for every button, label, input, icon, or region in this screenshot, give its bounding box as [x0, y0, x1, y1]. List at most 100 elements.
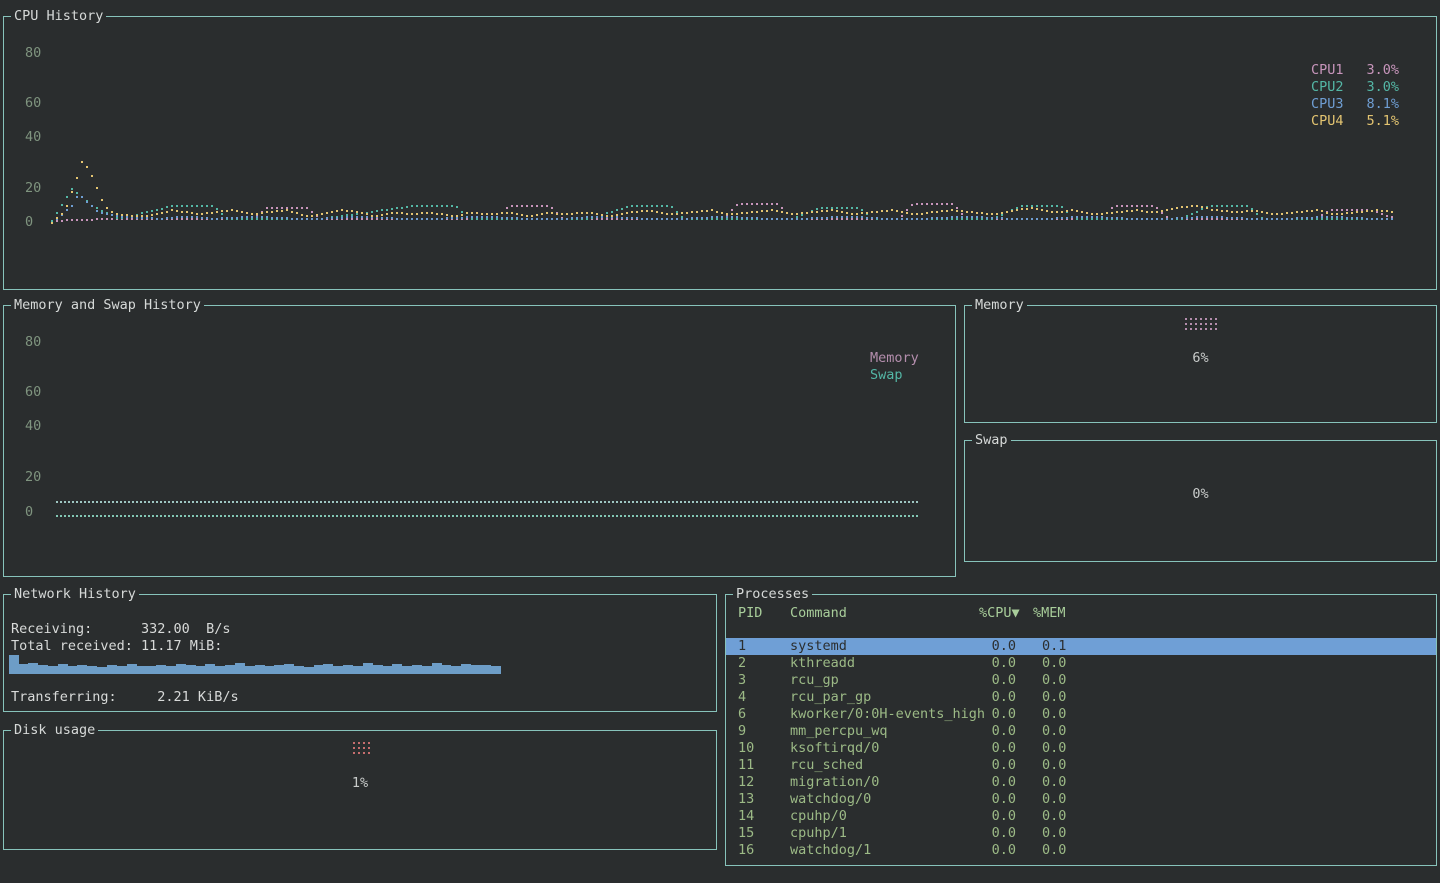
process-command: cpuhp/0: [790, 808, 979, 825]
network-history-panel-title: Network History: [11, 586, 139, 603]
process-row[interactable]: 14cpuhp/00.00.0: [726, 808, 1436, 825]
process-cpu: 0.0: [979, 774, 1024, 791]
process-mem: 0.0: [1024, 723, 1084, 740]
process-command: systemd: [790, 638, 979, 655]
cpu-legend-item: CPU2 3.0%: [1311, 79, 1399, 96]
process-cpu: 0.0: [979, 842, 1024, 859]
process-pid: 4: [738, 689, 790, 706]
process-mem: 0.0: [1024, 740, 1084, 757]
process-cpu: 0.0: [979, 672, 1024, 689]
memory-swap-history-panel-title: Memory and Swap History: [11, 297, 204, 314]
disk-percent-value: 1%: [4, 775, 716, 792]
memory-legend-item: Memory: [870, 350, 919, 367]
cpu-legend-value: 3.0%: [1366, 79, 1399, 96]
process-cpu: 0.0: [979, 638, 1024, 655]
y-axis-tick: 20: [25, 180, 41, 197]
memory-gauge-panel: Memory 6%: [964, 305, 1437, 423]
y-axis-tick: 80: [25, 334, 41, 351]
process-mem: 0.0: [1024, 825, 1084, 842]
network-receive-graph: [9, 652, 501, 674]
process-command: kthreadd: [790, 655, 979, 672]
process-pid: 3: [738, 672, 790, 689]
process-row[interactable]: 2kthreadd0.00.0: [726, 655, 1436, 672]
process-mem: 0.0: [1024, 791, 1084, 808]
swap-legend-item: Swap: [870, 367, 919, 384]
process-pid: 13: [738, 791, 790, 808]
y-axis-tick: 60: [25, 95, 41, 112]
cpu-legend-item: CPU4 5.1%: [1311, 113, 1399, 130]
system-monitor-screen: CPU History 80 60 40 20 0 CPU1 3.0% CPU2…: [0, 0, 1440, 883]
process-mem: 0.0: [1024, 842, 1084, 859]
swap-gauge-panel-title: Swap: [972, 432, 1011, 449]
process-row[interactable]: 3rcu_gp0.00.0: [726, 672, 1436, 689]
process-command: watchdog/0: [790, 791, 979, 808]
swap-percent-value: 0%: [965, 486, 1436, 503]
cpu-legend-label: CPU4: [1311, 113, 1344, 130]
process-row[interactable]: 10ksoftirqd/00.00.0: [726, 740, 1436, 757]
process-mem: 0.0: [1024, 689, 1084, 706]
process-cpu: 0.0: [979, 825, 1024, 842]
disk-usage-panel-title: Disk usage: [11, 722, 98, 739]
cpu-legend-item: CPU1 3.0%: [1311, 62, 1399, 79]
process-row[interactable]: 9mm_percpu_wq0.00.0: [726, 723, 1436, 740]
process-pid: 10: [738, 740, 790, 757]
process-pid: 2: [738, 655, 790, 672]
column-header-pid[interactable]: PID: [738, 605, 790, 622]
cpu-history-panel-title: CPU History: [11, 8, 106, 25]
process-command: watchdog/1: [790, 842, 979, 859]
process-command: cpuhp/1: [790, 825, 979, 842]
cpu-legend-item: CPU3 8.1%: [1311, 96, 1399, 113]
column-header-mem[interactable]: %MEM: [1024, 605, 1084, 622]
process-command: mm_percpu_wq: [790, 723, 979, 740]
cpu-legend-value: 3.0%: [1366, 62, 1399, 79]
process-rows: 1systemd0.00.12kthreadd0.00.03rcu_gp0.00…: [726, 638, 1436, 859]
processes-panel: Processes PID Command %CPU▼ %MEM 1system…: [725, 594, 1437, 866]
column-header-command[interactable]: Command: [790, 605, 979, 622]
cpu-history-panel: CPU History 80 60 40 20 0 CPU1 3.0% CPU2…: [3, 16, 1437, 290]
process-mem: 0.0: [1024, 672, 1084, 689]
process-pid: 11: [738, 757, 790, 774]
cpu-legend-label: CPU2: [1311, 79, 1344, 96]
process-table-header: PID Command %CPU▼ %MEM: [726, 605, 1436, 622]
process-row[interactable]: 12migration/00.00.0: [726, 774, 1436, 791]
process-cpu: 0.0: [979, 723, 1024, 740]
network-receiving-line: Receiving: 332.00 B/s: [11, 621, 230, 638]
process-pid: 12: [738, 774, 790, 791]
y-axis-tick: 80: [25, 45, 41, 62]
process-pid: 15: [738, 825, 790, 842]
y-axis-tick: 40: [25, 418, 41, 435]
process-pid: 6: [738, 706, 790, 723]
network-history-panel: Network History Receiving: 332.00 B/s To…: [3, 594, 717, 712]
process-row[interactable]: 1systemd0.00.1: [726, 638, 1436, 655]
cpu-legend-value: 5.1%: [1366, 113, 1399, 130]
process-row[interactable]: 13watchdog/00.00.0: [726, 791, 1436, 808]
memory-legend-label: Memory: [870, 350, 919, 367]
swap-legend-label: Swap: [870, 367, 903, 384]
process-pid: 1: [738, 638, 790, 655]
y-axis-tick: 60: [25, 384, 41, 401]
process-mem: 0.0: [1024, 757, 1084, 774]
process-command: ksoftirqd/0: [790, 740, 979, 757]
process-cpu: 0.0: [979, 689, 1024, 706]
y-axis-tick: 40: [25, 129, 41, 146]
processes-panel-title: Processes: [733, 586, 812, 603]
process-mem: 0.0: [1024, 808, 1084, 825]
process-mem: 0.0: [1024, 774, 1084, 791]
process-row[interactable]: 16watchdog/10.00.0: [726, 842, 1436, 859]
process-row[interactable]: 11rcu_sched0.00.0: [726, 757, 1436, 774]
process-pid: 14: [738, 808, 790, 825]
memory-swap-history-panel: Memory and Swap History 80 60 40 20 0 Me…: [3, 305, 956, 577]
process-row[interactable]: 6kworker/0:0H-events_high0.00.0: [726, 706, 1436, 723]
process-row[interactable]: 4rcu_par_gp0.00.0: [726, 689, 1436, 706]
cpu-legend-value: 8.1%: [1366, 96, 1399, 113]
memory-percent-value: 6%: [965, 350, 1436, 367]
disk-usage-panel: Disk usage 1%: [3, 730, 717, 850]
column-header-cpu[interactable]: %CPU▼: [979, 605, 1024, 622]
process-mem: 0.0: [1024, 655, 1084, 672]
process-row[interactable]: 15cpuhp/10.00.0: [726, 825, 1436, 842]
memory-usage-dots: [1185, 318, 1217, 330]
process-cpu: 0.0: [979, 757, 1024, 774]
process-mem: 0.1: [1024, 638, 1084, 655]
process-mem: 0.0: [1024, 706, 1084, 723]
process-command: rcu_gp: [790, 672, 979, 689]
